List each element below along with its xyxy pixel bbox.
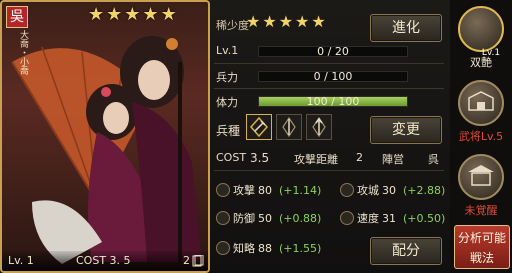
level-bar: 0 / 20 — [258, 45, 408, 58]
general-info-panel: 稀少度 ★ ★ ★ ★ ★ 進化 Lv.1 0 / 20 兵力 0 / 100 … — [210, 0, 450, 273]
stat-name: 攻城 — [357, 184, 379, 197]
arm-type-cavalry-option[interactable] — [246, 114, 272, 140]
level-value: 0 / 20 — [317, 45, 349, 58]
stat-name: 攻撃 — [233, 184, 255, 197]
star-icon: ★ — [311, 12, 326, 31]
cost-label: COST — [216, 151, 247, 164]
card-count: 2 — [183, 254, 190, 267]
stat-name: 速度 — [357, 212, 379, 225]
star-icon: ★ — [278, 12, 294, 31]
stat-value: 31 — [382, 211, 396, 225]
character-name-vertical: 大喬・小喬 — [18, 30, 28, 75]
divider — [214, 63, 444, 64]
tactic-tab[interactable]: Lv.1 — [458, 6, 504, 58]
tactic-tab-label: 双艶 — [470, 56, 492, 69]
troops-value: 0 / 100 — [313, 70, 353, 83]
cost-value: 3.5 — [250, 151, 270, 165]
star-icon: ★ — [160, 4, 177, 25]
card-level: Lv. 1 — [8, 254, 34, 267]
stat-bonus: (+1.55) — [279, 241, 322, 255]
awaken-tab[interactable] — [458, 154, 504, 200]
divider — [214, 170, 444, 171]
stat-name: 防御 — [233, 212, 255, 225]
stat-name: 知略 — [233, 242, 255, 255]
attack-range-label: 攻撃距離 — [294, 153, 338, 166]
star-icon: ★ — [295, 12, 310, 31]
camp-label: 陣営 — [382, 153, 404, 166]
stat-bonus: (+1.14) — [279, 183, 322, 197]
star-icon: ★ — [246, 12, 261, 31]
troops-label: 兵力 — [216, 71, 238, 84]
card-rarity-stars: ★ ★ ★ ★ ★ — [88, 6, 177, 24]
stat-value: 50 — [258, 211, 272, 225]
stat-bonus: (+2.88) — [403, 183, 446, 197]
character-artwork — [11, 36, 202, 264]
analyze-line-2: 戦法 — [469, 251, 494, 265]
divider — [214, 88, 444, 89]
analyze-tactic-button[interactable]: 分析可能 戦法 — [454, 225, 510, 269]
star-icon: ★ — [106, 4, 123, 25]
scroll-icon — [216, 241, 230, 255]
awaken-tab-label: 未覚醒 — [464, 204, 498, 217]
stamina-value: 100 / 100 — [306, 95, 360, 108]
sword-icon — [216, 183, 230, 197]
castle-icon — [340, 183, 354, 197]
stamina-bar: 100 / 100 — [258, 95, 408, 108]
stat-attack: 攻撃 80 (+1.14) — [216, 182, 321, 198]
assign-points-button[interactable]: 配分 — [370, 237, 442, 265]
troops-bar: 0 / 100 — [258, 70, 408, 83]
stat-value: 88 — [258, 241, 272, 255]
analyze-line-1: 分析可能 — [457, 231, 506, 245]
faction-badge: 吳 大喬・小喬 — [6, 6, 28, 75]
star-icon: ★ — [88, 4, 105, 25]
general-level-tab[interactable] — [458, 80, 504, 126]
star-icon: ★ — [124, 4, 141, 25]
shield-icon — [216, 211, 230, 225]
rarity-label: 稀少度 — [216, 19, 249, 32]
spear-icon — [282, 116, 296, 138]
faction-char: 吳 — [6, 6, 28, 28]
stat-value: 80 — [258, 183, 272, 197]
star-icon: ★ — [262, 12, 277, 31]
stat-siege: 攻城 30 (+2.88) — [340, 182, 445, 198]
change-arm-button[interactable]: 変更 — [370, 116, 442, 144]
star-icon: ★ — [142, 4, 159, 25]
arm-type-bow-option[interactable] — [306, 114, 332, 140]
stamina-label: 体力 — [216, 96, 238, 109]
general-level-tab-label: 武将Lv.5 — [458, 130, 504, 143]
card-footer: Lv. 1 COST 3. 5 2 — [2, 251, 208, 271]
character-card[interactable]: ★ ★ ★ ★ ★ 吳 大喬・小喬 Lv. 1 COST 3. 5 2 — [0, 0, 210, 273]
evolve-button[interactable]: 進化 — [370, 14, 442, 42]
stat-bonus: (+0.50) — [403, 211, 446, 225]
boot-icon — [340, 211, 354, 225]
halberd-icon — [249, 116, 269, 138]
level-label: Lv.1 — [216, 44, 239, 57]
stat-value: 30 — [382, 183, 396, 197]
arm-type-label: 兵種 — [216, 124, 241, 138]
shrine-icon — [468, 165, 494, 186]
stat-intelligence: 知略 88 (+1.55) — [216, 240, 321, 256]
gate-icon — [468, 91, 494, 111]
side-tabs: Lv.1 双艶 武将Lv.5 未覚醒 分析可能 戦法 — [450, 0, 512, 273]
rarity-stars: ★ ★ ★ ★ ★ — [246, 14, 326, 30]
copies-icon — [192, 255, 204, 267]
stat-bonus: (+0.88) — [279, 211, 322, 225]
attack-range-value: 2 — [356, 151, 363, 164]
stat-speed: 速度 31 (+0.50) — [340, 210, 445, 226]
camp-value: 呉 — [428, 153, 439, 166]
stat-defense: 防御 50 (+0.88) — [216, 210, 321, 226]
bow-icon — [312, 116, 326, 138]
card-cost: COST 3. 5 — [76, 254, 131, 267]
arm-type-spear-option[interactable] — [276, 114, 302, 140]
